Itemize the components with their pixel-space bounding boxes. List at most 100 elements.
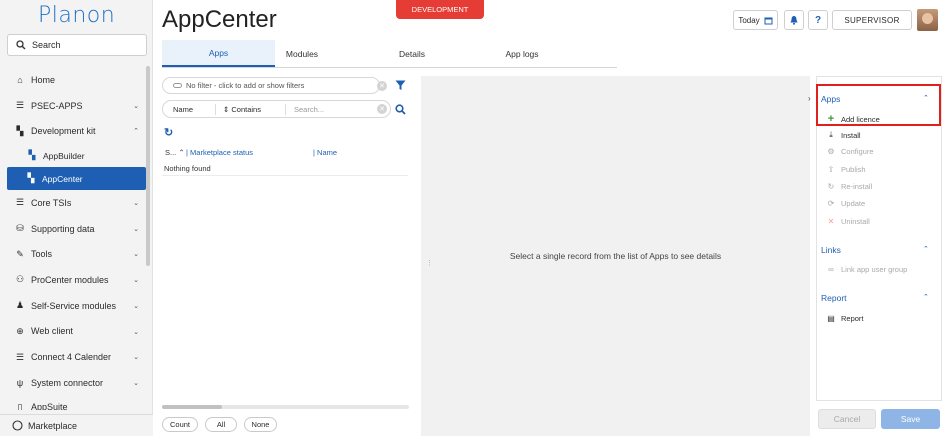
section-title-links[interactable]: Links <box>821 245 841 255</box>
highlight-box <box>816 84 941 126</box>
sidebar-item-label: PSEC-APPS <box>31 100 83 111</box>
grid-icon: ▚ <box>28 150 36 161</box>
list-horizontal-scrollbar[interactable] <box>162 405 409 409</box>
column-header-name[interactable]: | Name <box>313 148 337 157</box>
update-action[interactable]: ⟳ Update <box>826 199 866 208</box>
column-header-status[interactable]: S... ⌃ <box>165 148 185 157</box>
sidebar-item-web-client[interactable]: ⊕ Web client ⌄ <box>0 319 146 345</box>
select-none-button[interactable]: None <box>244 417 277 432</box>
collapse-panel-icon[interactable]: › <box>808 94 811 103</box>
chevron-down-icon: ⌄ <box>133 102 139 110</box>
today-label: Today <box>738 15 760 25</box>
sidebar-item-core-tsis[interactable]: ☰ Core TSIs ⌄ <box>0 190 146 216</box>
gear-icon: ⚙ <box>827 147 835 156</box>
action-label: Update <box>841 199 866 208</box>
sidebar-item-home[interactable]: ⌂ Home <box>0 67 146 93</box>
filter-bar[interactable]: No filter - click to add or show filters <box>162 77 380 94</box>
sidebar-item-label: Development kit <box>31 126 96 137</box>
chevron-down-icon: ⌄ <box>133 302 139 310</box>
chevron-down-icon: ⌄ <box>133 379 139 387</box>
section-title-report[interactable]: Report <box>821 293 847 303</box>
page-title: AppCenter <box>162 6 277 33</box>
search-operator-select[interactable]: ⇕ Contains <box>223 105 261 114</box>
save-button[interactable]: Save <box>881 409 940 429</box>
list-search-input[interactable]: Search... <box>294 105 324 114</box>
sidebar-item-self-service-modules[interactable]: ♟ Self-Service modules ⌄ <box>0 293 146 319</box>
database-icon: ⛁ <box>16 223 24 234</box>
sidebar-item-procenter-modules[interactable]: ⚇ ProCenter modules ⌄ <box>0 267 146 293</box>
sidebar-item-appcenter[interactable]: ▚ AppCenter <box>7 167 146 191</box>
divider <box>285 104 286 115</box>
sidebar-item-label: Core TSIs <box>31 197 72 208</box>
count-button[interactable]: Count <box>162 417 198 432</box>
sidebar-search[interactable]: Search <box>7 34 147 56</box>
avatar[interactable] <box>917 9 938 31</box>
tab-modules[interactable]: Modules <box>280 40 324 67</box>
filter-icon[interactable] <box>395 80 406 91</box>
divider <box>162 175 408 176</box>
sidebar: Planon Search ⌂ Home ☰ PSEC-APPS ⌄ ▚ Dev… <box>0 0 153 436</box>
splitter-handle-icon[interactable]: ⋮ <box>426 260 433 267</box>
search-label: Search <box>32 40 61 50</box>
sidebar-item-label: AppBuilder <box>43 150 85 161</box>
publish-action[interactable]: ⇧ Publish <box>826 165 866 174</box>
sidebar-item-label: Self-Service modules <box>31 300 117 311</box>
tab-app-logs[interactable]: App logs <box>500 40 544 67</box>
plug-icon: ψ <box>16 377 24 388</box>
marketplace-icon <box>12 420 23 431</box>
sidebar-item-development-kit[interactable]: ▚ Development kit ⌃ <box>0 118 146 144</box>
sidebar-item-appbuilder[interactable]: ▚ AppBuilder <box>0 144 146 167</box>
sidebar-item-label: Web client <box>31 326 73 337</box>
list-icon: ☰ <box>15 197 25 208</box>
list-search-row[interactable]: Name ⇕ Contains Search... <box>162 100 391 118</box>
sidebar-item-supporting-data[interactable]: ⛁ Supporting data ⌄ <box>0 216 146 242</box>
install-action[interactable]: ⤓ Install <box>826 130 860 140</box>
search-field-select[interactable]: Name <box>173 105 193 114</box>
clear-filter-icon[interactable]: ✕ <box>377 81 387 91</box>
sidebar-scrollbar[interactable] <box>146 66 150 266</box>
uninstall-action[interactable]: ✕ Uninstall <box>826 217 870 226</box>
clear-search-icon[interactable]: ✕ <box>377 104 387 114</box>
filter-text: No filter - click to add or show filters <box>186 81 305 90</box>
user-menu-button[interactable]: SUPERVISOR <box>832 10 912 30</box>
list-icon: ☰ <box>15 100 25 111</box>
planon-logo[interactable]: Planon <box>38 3 115 28</box>
sidebar-nav: ⌂ Home ☰ PSEC-APPS ⌄ ▚ Development kit ⌃… <box>0 67 146 410</box>
re-install-action[interactable]: ↻ Re-install <box>826 182 873 191</box>
chevron-down-icon: ⌄ <box>133 328 139 336</box>
tab-apps[interactable]: Apps <box>162 40 275 67</box>
action-label: Re-install <box>841 182 873 191</box>
sidebar-item-appsuite[interactable]: ▯ AppSuite <box>0 396 146 410</box>
user-cog-icon: ⚇ <box>15 274 25 285</box>
link-app-user-group-action[interactable]: ∞ Link app user group <box>826 265 907 274</box>
today-button[interactable]: Today <box>733 10 778 30</box>
notifications-button[interactable] <box>784 10 804 30</box>
marketplace-button[interactable]: Marketplace <box>0 414 153 436</box>
tag-icon <box>173 83 182 88</box>
chevron-up-icon[interactable]: ⌃ <box>923 245 929 253</box>
chevron-up-icon[interactable]: ⌃ <box>923 293 929 301</box>
sidebar-item-tools[interactable]: ✎ Tools ⌄ <box>0 241 146 267</box>
help-button[interactable]: ? <box>808 10 828 30</box>
tab-details[interactable]: Details <box>392 40 432 67</box>
search-icon[interactable] <box>395 104 406 115</box>
configure-action[interactable]: ⚙ Configure <box>826 147 873 156</box>
search-operator-label: Contains <box>231 104 261 114</box>
redo-icon: ↻ <box>827 182 835 191</box>
marketplace-label: Marketplace <box>28 420 78 431</box>
link-icon: ∞ <box>828 265 834 274</box>
column-header-marketplace-status[interactable]: | Marketplace status <box>186 148 253 157</box>
refresh-icon[interactable]: ↻ <box>164 126 173 139</box>
cancel-button[interactable]: Cancel <box>818 409 876 429</box>
detail-panel: Select a single record from the list of … <box>421 76 810 436</box>
sidebar-item-system-connector[interactable]: ψ System connector ⌄ <box>0 370 146 396</box>
divider <box>215 104 216 115</box>
sidebar-item-connect-4-calender[interactable]: ☰ Connect 4 Calender ⌄ <box>0 344 146 370</box>
sidebar-item-psec-apps[interactable]: ☰ PSEC-APPS ⌄ <box>0 93 146 119</box>
sort-up-icon: ⌃ <box>178 148 185 157</box>
report-action[interactable]: ▤ Report <box>826 314 863 323</box>
sidebar-item-label: AppCenter <box>42 173 83 184</box>
column-label: Name <box>317 148 338 157</box>
select-all-button[interactable]: All <box>205 417 237 432</box>
sidebar-item-label: Connect 4 Calender <box>31 352 112 363</box>
